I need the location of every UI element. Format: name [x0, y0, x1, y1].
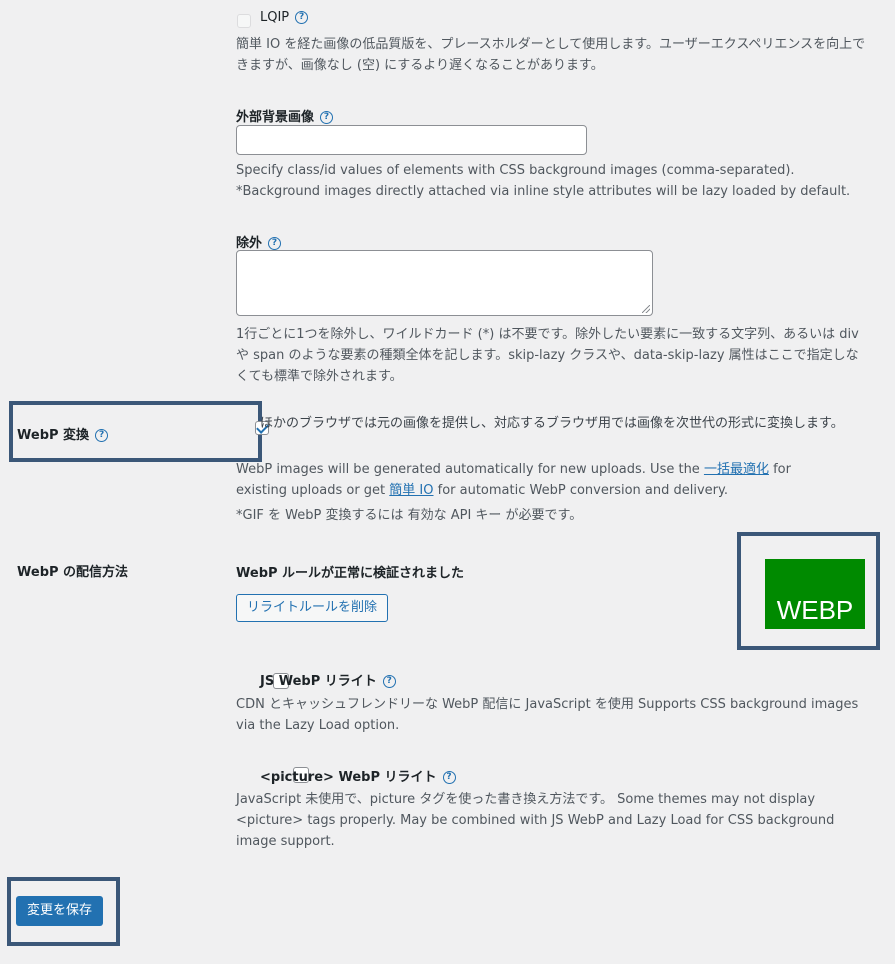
exclude-textarea[interactable] [236, 250, 653, 316]
lqip-checkbox[interactable] [237, 14, 251, 28]
webp-gif-note: *GIF を WebP 変換するには 有効な API キー が必要です。 [236, 508, 583, 523]
help-icon[interactable]: ? [268, 237, 282, 250]
webp-badge-icon: WEBP [765, 559, 865, 629]
save-changes-button[interactable]: 変更を保存 [16, 896, 103, 926]
picture-webp-label: <picture> WebP リライト [260, 770, 437, 785]
external-bg-desc-line1: Specify class/id values of elements with… [236, 163, 795, 178]
exclude-label: 除外 [236, 236, 263, 251]
webp-desc-part3: for automatic WebP conversion and delive… [433, 483, 728, 498]
exclude-description: 1行ごとに1つを除外し、ワイルドカード (*) は不要です。除外したい要素に一致… [236, 327, 859, 384]
help-icon[interactable]: ? [382, 675, 396, 688]
lqip-label-row: LQIP? [260, 10, 309, 25]
js-webp-label: JS WebP リライト [260, 674, 377, 689]
remove-rewrite-rules-button[interactable]: リライトルールを削除 [236, 594, 389, 622]
webp-convert-description: WebP images will be generated automatica… [236, 459, 846, 501]
external-bg-description: Specify class/id values of elements with… [236, 160, 876, 202]
webp-delivery-label: WebP の配信方法 [17, 565, 129, 580]
external-bg-label-row: 外部背景画像? [236, 106, 334, 125]
webp-convert-label: WebP 変換 [17, 428, 90, 443]
resize-handle-icon[interactable] [642, 305, 650, 313]
webp-rules-status: WebP ルールが正常に検証されました [236, 566, 465, 581]
external-bg-input[interactable] [236, 125, 587, 155]
exclude-label-row: 除外? [236, 232, 282, 251]
picture-webp-label-row: <picture> WebP リライト? [260, 766, 456, 785]
lqip-description: 簡単 IO を経た画像の低品質版を、プレースホルダーとして使用します。ユーザーエ… [236, 37, 866, 73]
js-webp-description: CDN とキャッシュフレンドリーな WebP 配信に JavaScript を使… [236, 697, 859, 733]
external-bg-desc-line2: *Background images directly attached via… [236, 184, 851, 199]
help-icon[interactable]: ? [295, 11, 309, 24]
webp-convert-checkbox-text: ほかのブラウザでは元の画像を提供し、対応するブラウザ用では画像を次世代の形式に変… [260, 416, 844, 431]
help-icon[interactable]: ? [320, 111, 334, 124]
lqip-label: LQIP [260, 10, 290, 25]
help-icon[interactable]: ? [442, 771, 456, 784]
help-icon[interactable]: ? [95, 429, 109, 442]
easy-io-link[interactable]: 簡単 IO [389, 483, 433, 498]
js-webp-label-row: JS WebP リライト? [260, 670, 396, 689]
webp-convert-label-row: WebP 変換? [17, 424, 109, 443]
bulk-optimize-link[interactable]: 一括最適化 [704, 462, 769, 477]
picture-webp-description: JavaScript 未使用で、picture タグを使った書き換え方法です。 … [236, 792, 835, 849]
external-bg-label: 外部背景画像 [236, 110, 315, 125]
webp-desc-part1: WebP images will be generated automatica… [236, 462, 704, 477]
